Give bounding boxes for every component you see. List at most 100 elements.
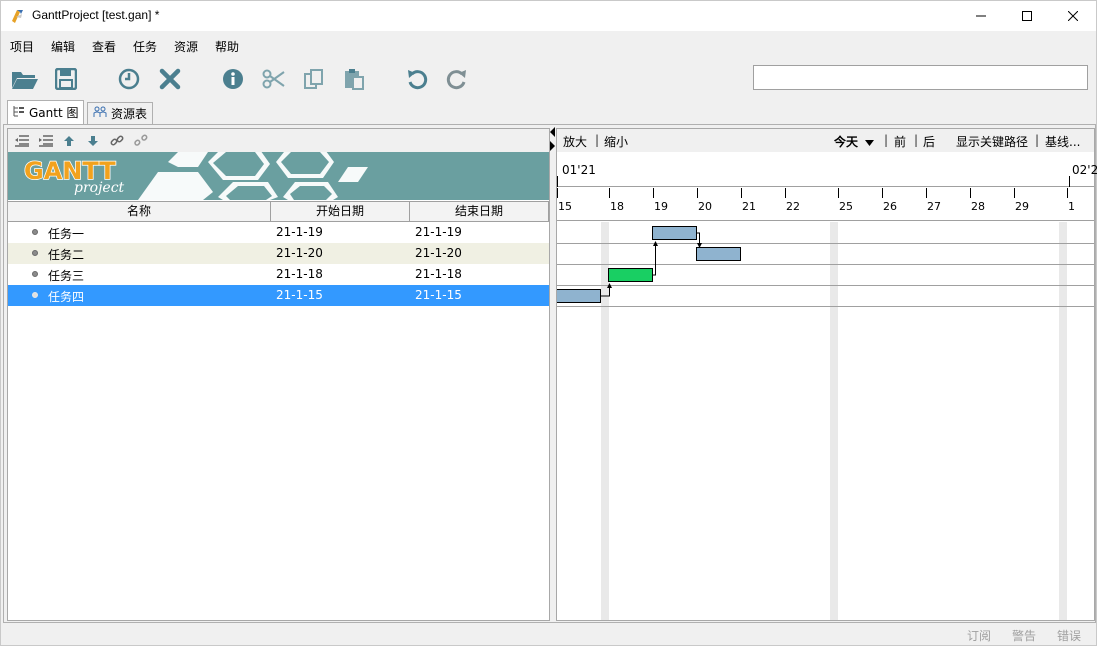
task-toolbar (8, 129, 549, 152)
people-icon (93, 106, 107, 121)
task-name: 任务四 (48, 290, 85, 304)
day-label: 27 (927, 200, 941, 213)
gantt-tree-icon (13, 105, 25, 120)
status-error[interactable]: 错误 (1057, 627, 1081, 644)
maximize-button[interactable] (1004, 1, 1050, 31)
unlink-icon[interactable] (133, 133, 149, 149)
table-row[interactable]: 任务三 21-1-18 21-1-18 (8, 264, 549, 285)
move-up-icon[interactable] (61, 133, 77, 149)
task-bullet-icon (32, 292, 38, 298)
menu-view[interactable]: 查看 (92, 38, 116, 55)
status-bar: 订阅 警告 错误 (1, 623, 1096, 645)
copy-icon[interactable] (300, 66, 328, 92)
search-input[interactable] (753, 65, 1088, 90)
delete-icon[interactable] (156, 66, 184, 92)
close-button[interactable] (1050, 1, 1096, 31)
day-label: 28 (971, 200, 985, 213)
indent-icon[interactable] (38, 133, 54, 149)
task-name: 任务二 (48, 248, 85, 262)
undo-icon[interactable] (403, 66, 431, 92)
timeline-month-header: 01'21 02'2 (557, 152, 1097, 187)
critical-task-bar[interactable] (608, 268, 653, 282)
today-dropdown-icon[interactable] (865, 135, 874, 149)
toolbar-separator: | (884, 133, 889, 147)
task-bar[interactable] (696, 247, 741, 261)
weekend-band (601, 222, 609, 620)
critical-path-button[interactable]: 显示关键路径 (956, 133, 1028, 150)
task-end-date: 21-1-15 (415, 288, 462, 302)
window-title: GanttProject [test.gan] * (32, 8, 160, 22)
column-header-name[interactable]: 名称 (8, 202, 271, 221)
gantt-chart-area[interactable] (556, 222, 1094, 620)
outdent-icon[interactable] (14, 133, 30, 149)
menu-edit[interactable]: 编辑 (51, 38, 75, 55)
tab-resources[interactable]: 资源表 (87, 102, 154, 124)
status-warning[interactable]: 警告 (1012, 627, 1036, 644)
redo-icon[interactable] (443, 66, 471, 92)
logo-project-text: project (74, 180, 125, 196)
day-label: 15 (558, 200, 572, 213)
day-label: 21 (742, 200, 756, 213)
view-tabs: Gantt 图 资源表 (1, 100, 1096, 124)
table-row[interactable]: 任务四 21-1-15 21-1-15 (8, 285, 549, 306)
day-label: 26 (883, 200, 897, 213)
zoom-out-button[interactable]: 缩小 (604, 133, 628, 150)
tab-gantt-label: Gantt 图 (29, 106, 79, 120)
day-label: 29 (1015, 200, 1029, 213)
task-bullet-icon (32, 250, 38, 256)
chart-toolbar: 放大 | 缩小 今天 | 前 | 后 显示关键路径 | 基线... (557, 129, 1094, 152)
menu-resource[interactable]: 资源 (174, 38, 198, 55)
title-bar: GanttProject [test.gan] * (1, 1, 1096, 31)
collapse-left-arrow-icon[interactable] (550, 127, 555, 137)
task-table-header: 名称 开始日期 结束日期 (8, 201, 549, 222)
menu-help[interactable]: 帮助 (215, 38, 239, 55)
paste-icon[interactable] (340, 66, 368, 92)
save-icon[interactable] (52, 66, 80, 92)
move-down-icon[interactable] (85, 133, 101, 149)
day-label: 25 (839, 200, 853, 213)
baseline-button[interactable]: 基线... (1045, 133, 1080, 150)
day-label: 22 (786, 200, 800, 213)
task-end-date: 21-1-19 (415, 225, 462, 239)
column-header-end-date[interactable]: 结束日期 (410, 202, 549, 221)
open-folder-icon[interactable] (11, 66, 39, 92)
day-label: 1 (1068, 200, 1075, 213)
menu-bar: 项目 编辑 查看 任务 资源 帮助 (1, 31, 1096, 58)
day-label: 18 (610, 200, 624, 213)
info-icon[interactable] (219, 66, 247, 92)
zoom-in-button[interactable]: 放大 (563, 133, 587, 150)
next-button[interactable]: 后 (923, 133, 935, 150)
task-name: 任务三 (48, 269, 85, 283)
day-label: 20 (698, 200, 712, 213)
weekend-band (830, 222, 838, 620)
task-end-date: 21-1-20 (415, 246, 462, 260)
collapse-right-arrow-icon[interactable] (550, 141, 555, 151)
menu-task[interactable]: 任务 (133, 38, 157, 55)
task-start-date: 21-1-18 (276, 267, 323, 281)
menu-project[interactable]: 项目 (10, 38, 34, 55)
cut-icon[interactable] (260, 66, 288, 92)
logo-hexagon-graphic: GANTT project (8, 152, 549, 200)
ganttproject-logo-banner: GANTT project (8, 152, 549, 200)
clock-icon[interactable] (115, 66, 143, 92)
task-bullet-icon (32, 271, 38, 277)
tab-gantt[interactable]: Gantt 图 (7, 100, 85, 124)
task-name: 任务一 (48, 227, 85, 241)
task-bar[interactable] (556, 289, 601, 303)
app-window: GanttProject [test.gan] * 项目 编辑 查看 任务 资源… (0, 0, 1097, 646)
column-header-start-date[interactable]: 开始日期 (271, 202, 410, 221)
table-row[interactable]: 任务一 21-1-19 21-1-19 (8, 222, 549, 243)
prev-button[interactable]: 前 (894, 133, 906, 150)
task-tree-panel: GANTT project 名称 开始日期 结束日期 任务一 21-1-19 2… (7, 128, 550, 621)
task-start-date: 21-1-15 (276, 288, 323, 302)
toolbar-separator: | (1035, 133, 1040, 147)
minimize-button[interactable] (958, 1, 1004, 31)
timeline-day-header: 15 18 19 20 21 22 25 26 27 28 29 1 (557, 188, 1094, 221)
task-bar[interactable] (652, 226, 697, 240)
today-button[interactable]: 今天 (834, 133, 858, 150)
link-icon[interactable] (109, 133, 125, 149)
task-start-date: 21-1-19 (276, 225, 323, 239)
status-subscription[interactable]: 订阅 (967, 627, 991, 644)
table-row[interactable]: 任务二 21-1-20 21-1-20 (8, 243, 549, 264)
gantt-chart-canvas[interactable] (556, 222, 1094, 620)
